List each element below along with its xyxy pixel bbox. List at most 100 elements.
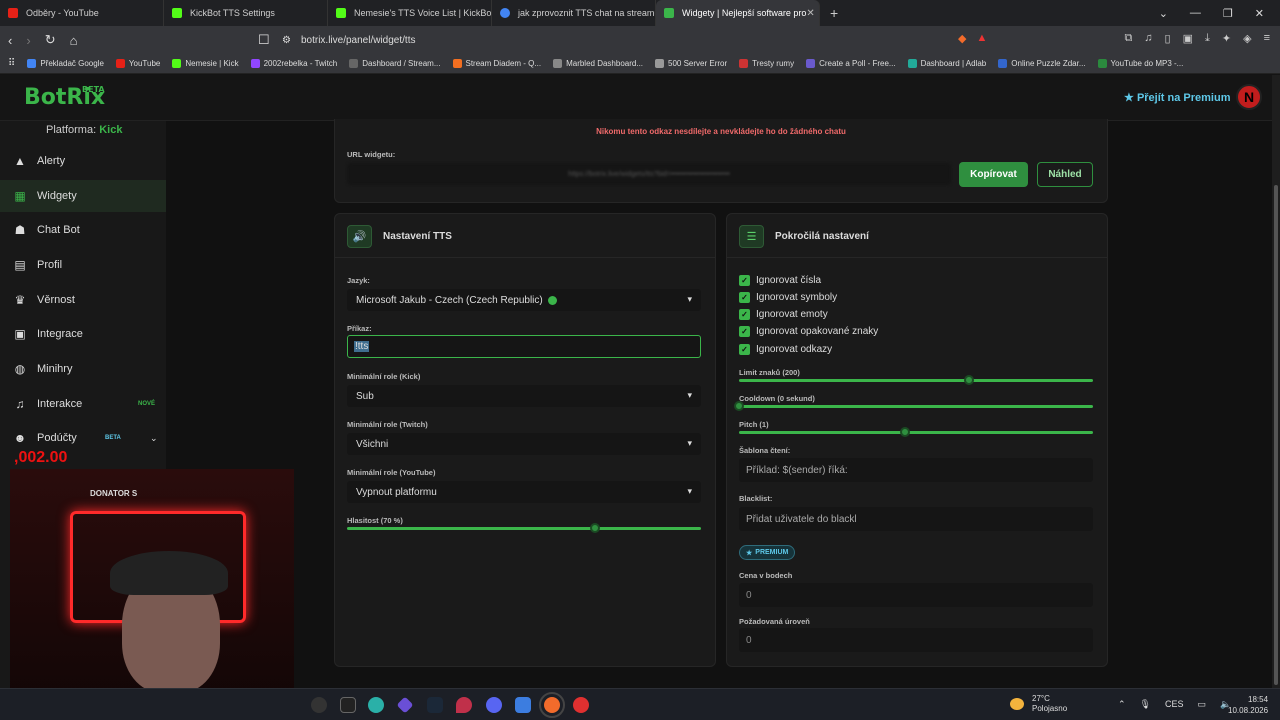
brave-rewards-icon[interactable]: ▲ (976, 32, 987, 45)
points-input[interactable]: 0 (739, 583, 1093, 607)
scrollbar-thumb[interactable] (1274, 185, 1278, 685)
avatar[interactable]: N (1236, 84, 1262, 110)
wallet-icon[interactable]: ▣ (1183, 32, 1193, 45)
cooldown-slider-thumb[interactable] (734, 401, 744, 411)
role-kick-select[interactable]: Sub ▾ (347, 385, 701, 407)
char-limit-slider-thumb[interactable] (964, 375, 975, 385)
vpn-icon[interactable]: ◈ (1243, 32, 1251, 45)
bookmark-item[interactable]: 2002rebelka - Twitch (250, 59, 337, 68)
ignore-emotes-checkbox[interactable]: ✓ Ignorovat emoty (739, 309, 828, 320)
new-tab-button[interactable]: + (820, 0, 848, 26)
app-icon[interactable] (396, 696, 414, 714)
bookmark-item[interactable]: Marbled Dashboard... (553, 59, 643, 68)
brave-shield-icon[interactable]: ◆ (958, 32, 966, 45)
download-icon[interactable]: ⤓ (1205, 32, 1210, 45)
browser-tab-voice-list[interactable]: Nemesie's TTS Voice List | KickBot (328, 0, 492, 26)
discord-icon[interactable] (486, 697, 502, 713)
app-icon[interactable] (368, 697, 384, 713)
leo-icon[interactable]: ✦ (1222, 32, 1231, 45)
weather-widget[interactable]: 27°C Polojasno (1010, 694, 1067, 714)
ignore-symbols-checkbox[interactable]: ✓ Ignorovat symboly (739, 292, 837, 303)
chevron-up-icon[interactable]: ⌃ (1118, 699, 1126, 710)
widget-url-field[interactable]: https://botrix.live/widgets/tts?bid=••••… (347, 163, 951, 185)
sidebar-item-minihry[interactable]: ◍ Minihry (0, 353, 166, 385)
display-icon[interactable]: ▭ (1198, 699, 1207, 710)
close-tab-icon[interactable]: ✕ (806, 8, 814, 19)
level-input[interactable]: 0 (739, 628, 1093, 652)
command-input[interactable]: !tts (347, 335, 701, 358)
site-info-icon[interactable]: ⚙ (282, 35, 291, 46)
pitch-slider-thumb[interactable] (900, 427, 911, 437)
bookmark-item[interactable]: Překladač Google (27, 59, 104, 68)
maximize-icon[interactable]: ❐ (1223, 7, 1233, 20)
premium-link[interactable]: ★ Přejít na Premium (1124, 91, 1230, 104)
sidebar-item-chat-bot[interactable]: ☗ Chat Bot (0, 214, 166, 246)
microphone-icon[interactable]: 🎙 (1140, 699, 1151, 710)
youtube-icon (8, 8, 18, 18)
home-icon[interactable]: ⌂ (70, 33, 78, 48)
bookmark-item[interactable]: Online Puzzle Zdar... (998, 59, 1086, 68)
preview-button[interactable]: Náhled (1037, 162, 1093, 187)
tts-settings-card: 🔊 Nastavení TTS Jazyk: Microsoft Jakub -… (334, 213, 716, 667)
volume-slider-thumb[interactable] (589, 523, 600, 533)
tab-search-icon[interactable]: ⌄ (1159, 7, 1168, 20)
chevron-down-icon[interactable]: ⌄ (150, 433, 158, 444)
page-scrollbar[interactable] (1272, 75, 1280, 688)
browser-tab-bar: Odběry - YouTube KickBot TTS Settings Ne… (0, 0, 1280, 26)
copy-button[interactable]: Kopírovat (959, 162, 1028, 187)
sidebar-item-vernost[interactable]: ♛ Věrnost (0, 284, 166, 316)
extensions-icon[interactable]: ⧉ (1124, 32, 1132, 45)
sidebar-item-profil[interactable]: ▤ Profil (0, 249, 166, 281)
bookmark-item[interactable]: Tresty rumy (739, 59, 794, 68)
role-youtube-select[interactable]: Vypnout platformu ▾ (347, 481, 701, 503)
sidebar-icon[interactable]: ▯ (1165, 32, 1171, 45)
bookmark-item[interactable]: YouTube do MP3 -... (1097, 59, 1183, 68)
app-icon[interactable] (515, 697, 531, 713)
brave-browser-icon[interactable] (539, 692, 565, 718)
minimize-icon[interactable]: — (1190, 7, 1201, 19)
role-twitch-select[interactable]: Všichni ▾ (347, 433, 701, 455)
browser-tab-kickbot-settings[interactable]: KickBot TTS Settings (164, 0, 328, 26)
blacklist-input[interactable]: Přidat uživatele do blackl (739, 507, 1093, 531)
language-indicator[interactable]: CES (1165, 699, 1184, 710)
botrix-logo[interactable]: BotRix BETA (24, 85, 105, 110)
browser-tab-google-search[interactable]: jak zprovoznit TTS chat na streamu - (492, 0, 656, 26)
apps-icon[interactable]: ⠿ (8, 58, 15, 69)
bookmark-item[interactable]: 500 Server Error (655, 59, 727, 68)
clock[interactable]: 18:54 10.08.2026 (1228, 694, 1268, 716)
epic-games-icon[interactable] (340, 697, 356, 713)
music-icon[interactable]: ♫ (1144, 32, 1152, 45)
bookmark-item[interactable]: Nemesie | Kick (172, 59, 239, 68)
browser-tab-widgety[interactable]: Widgety | Nejlepší software pro ✕ (656, 0, 820, 26)
bookmark-item[interactable]: YouTube (115, 59, 160, 68)
close-window-icon[interactable]: ✕ (1255, 7, 1264, 20)
volume-slider-track[interactable] (347, 527, 701, 530)
back-icon[interactable]: ‹ (8, 33, 12, 48)
steam-icon[interactable] (427, 697, 443, 713)
url-field[interactable]: ⚙ botrix.live/panel/widget/tts (282, 30, 950, 50)
sidebar-item-alerty[interactable]: ▲ Alerty (0, 145, 166, 177)
forward-icon[interactable]: › (26, 33, 30, 48)
ignore-links-checkbox[interactable]: ✓ Ignorovat odkazy (739, 344, 832, 355)
sidebar-item-integrace[interactable]: ▣ Integrace (0, 318, 166, 350)
language-select[interactable]: Microsoft Jakub - Czech (Czech Republic)… (347, 289, 701, 311)
sidebar-item-widgety[interactable]: ▦ Widgety (0, 180, 166, 212)
bookmark-item[interactable]: Dashboard / Stream... (349, 59, 441, 68)
app-icon[interactable] (573, 697, 589, 713)
char-limit-slider-track[interactable] (739, 379, 1093, 382)
reload-icon[interactable]: ↻ (45, 32, 56, 48)
ignore-repeated-checkbox[interactable]: ✓ Ignorovat opakované znaky (739, 326, 878, 337)
menu-icon[interactable]: ≡ (1264, 32, 1270, 45)
browser-tab-youtube[interactable]: Odběry - YouTube (0, 0, 164, 26)
sidebar-item-interakce[interactable]: ♫ Interakce NOVÉ (0, 388, 166, 420)
cooldown-slider-track[interactable] (739, 405, 1093, 408)
ignore-numbers-checkbox[interactable]: ✓ Ignorovat čísla (739, 275, 821, 286)
maps-icon[interactable] (456, 697, 472, 713)
bookmark-item[interactable]: Create a Poll - Free... (806, 59, 896, 68)
obs-icon[interactable] (311, 697, 327, 713)
pitch-slider-track[interactable] (739, 431, 1093, 434)
bookmark-item[interactable]: Stream Diadem - Q... (452, 59, 541, 68)
template-input[interactable]: Příklad: $(sender) říká: (739, 458, 1093, 482)
bookmark-item[interactable]: Dashboard | Adlab (907, 59, 986, 68)
bookmark-icon[interactable]: ☐ (258, 32, 270, 48)
